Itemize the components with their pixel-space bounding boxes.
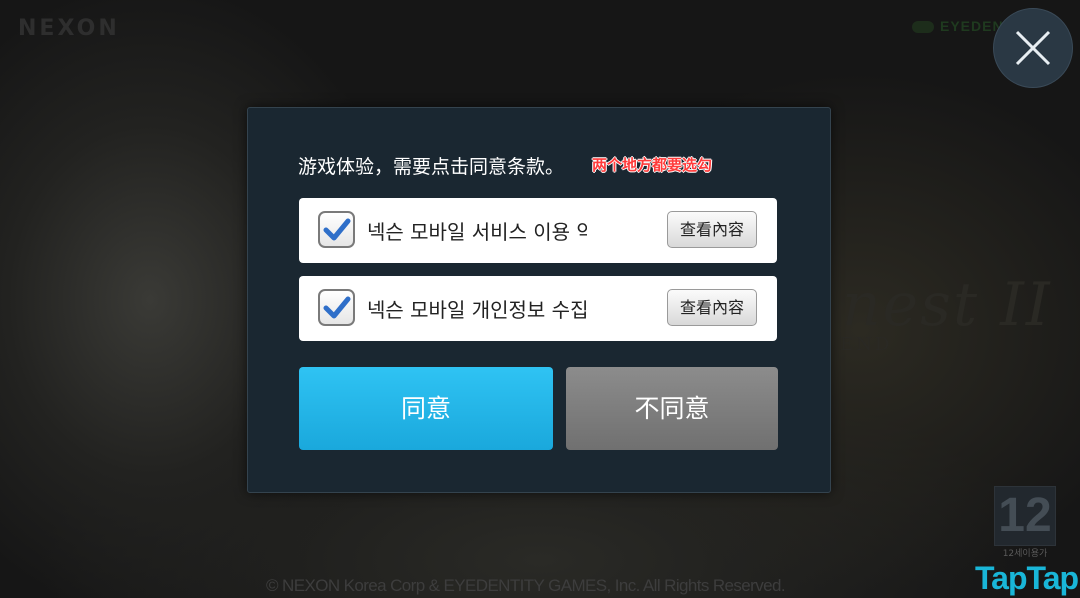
agree-button[interactable]: 同意 [299, 367, 553, 450]
game-subtitle-logo: END [840, 334, 893, 355]
taptap-watermark: TapTap [975, 560, 1079, 596]
close-button[interactable] [993, 8, 1073, 88]
dialog-instruction: 游戏体验，需要点击同意条款。 [298, 156, 565, 178]
privacy-terms-checkbox[interactable] [318, 289, 355, 326]
service-terms-label: 넥슨 모바일 서비스 이용 약관 (.. [367, 220, 587, 244]
annotation-note: 两个地方都要选勾 [592, 156, 713, 174]
term-row-privacy: 넥슨 모바일 개인정보 수집 및 .. 查看內容 [299, 276, 777, 341]
checkmark-icon [323, 296, 350, 318]
disagree-button[interactable]: 不同意 [566, 367, 778, 450]
age-rating-label: 12세이용가 [1002, 549, 1048, 559]
eyedentity-logo-text: EYEDEN [940, 18, 1004, 34]
nexon-logo: NEXON [18, 16, 120, 41]
privacy-terms-label: 넥슨 모바일 개인정보 수집 및 .. [367, 298, 587, 322]
service-terms-checkbox[interactable] [318, 211, 355, 248]
age-rating-badge: 12 [994, 486, 1056, 546]
close-icon [1015, 30, 1051, 66]
view-privacy-terms-button[interactable]: 查看內容 [667, 289, 757, 326]
view-service-terms-button[interactable]: 查看內容 [667, 211, 757, 248]
game-title-logo: nest II [842, 270, 1052, 340]
eye-logo-icon [912, 21, 934, 34]
terms-dialog: 游戏体验，需要点击同意条款。 两个地方都要选勾 넥슨 모바일 서비스 이용 약관… [247, 107, 831, 493]
term-row-service: 넥슨 모바일 서비스 이용 약관 (.. 查看內容 [299, 198, 777, 263]
copyright-text: © NEXON Korea Corp & EYEDENTITY GAMES, I… [266, 576, 786, 595]
eyedentity-logo: EYEDEN [912, 18, 1004, 34]
checkmark-icon [323, 218, 350, 240]
